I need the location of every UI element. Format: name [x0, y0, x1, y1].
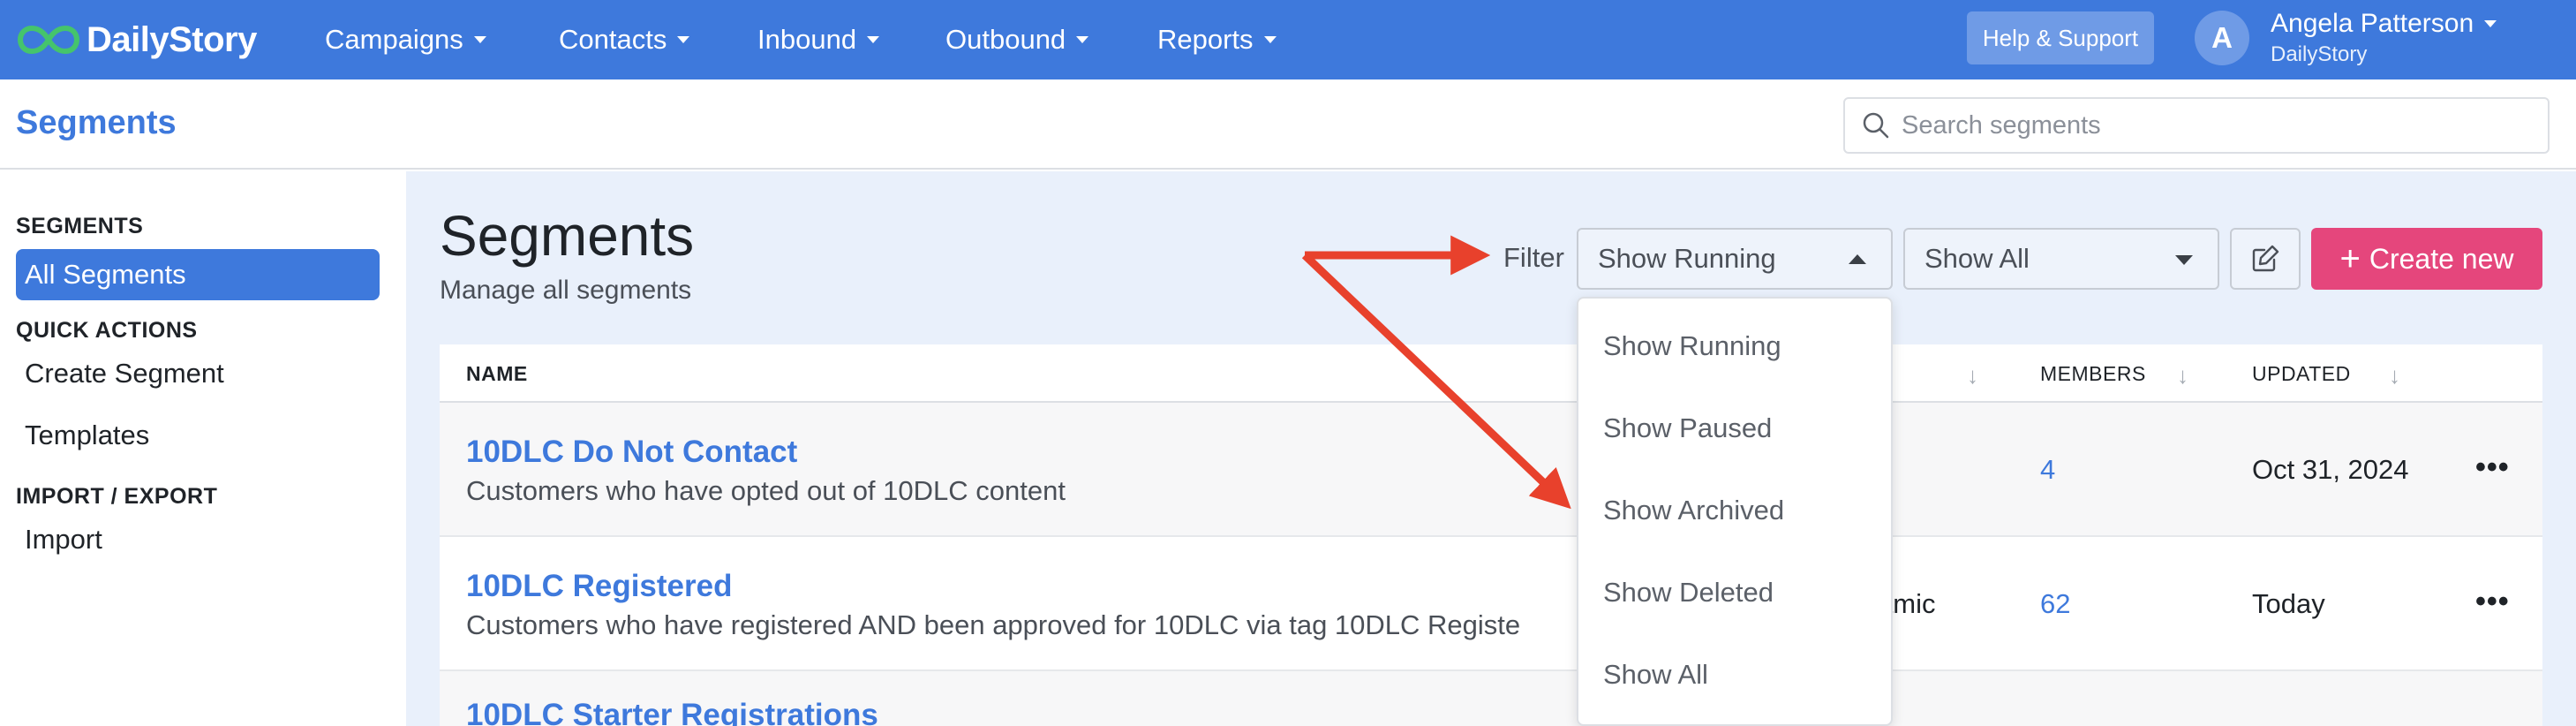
dropdown-option-show-paused[interactable]: Show Paused — [1603, 412, 1772, 444]
create-new-label: Create new — [2369, 242, 2514, 275]
search-icon — [1863, 112, 1889, 139]
segment-updated: Today — [2252, 588, 2325, 619]
caret-down-icon — [677, 36, 690, 43]
caret-down-icon — [2484, 20, 2497, 27]
dropdown-option-show-running[interactable]: Show Running — [1603, 330, 1781, 362]
segments-table: NAME ↓ MEMBERS ↓ UPDATED ↓ 10DLC Do Not … — [440, 344, 2542, 726]
create-new-button[interactable]: + Create new — [2311, 228, 2542, 290]
nav-label: Outbound — [945, 24, 1066, 55]
avatar[interactable]: A — [2195, 11, 2249, 65]
nav-inbound[interactable]: Inbound — [757, 0, 880, 79]
edit-icon — [2252, 245, 2279, 272]
nav-label: Campaigns — [325, 24, 463, 55]
dropdown-option-show-all[interactable]: Show All — [1603, 659, 1708, 691]
sort-arrow-icon[interactable]: ↓ — [1967, 362, 1978, 389]
page-subtitle: Manage all segments — [440, 276, 692, 305]
sidebar-heading-import-export: IMPORT / EXPORT — [16, 484, 218, 509]
user-menu[interactable]: Angela Patterson — [2271, 9, 2497, 39]
table-row[interactable]: 10DLC Do Not Contact Customers who have … — [440, 403, 2542, 537]
sidebar-heading-quick-actions: QUICK ACTIONS — [16, 318, 198, 343]
sort-arrow-icon[interactable]: ↓ — [2177, 362, 2188, 389]
brand-name: DailyStory — [87, 19, 257, 59]
caret-down-icon — [2175, 255, 2193, 265]
search-box[interactable] — [1843, 97, 2550, 154]
segment-name-link[interactable]: 10DLC Do Not Contact — [466, 435, 797, 470]
sidebar-item-import[interactable]: Import — [16, 514, 380, 565]
main-content: Segments Manage all segments Filter Show… — [406, 171, 2576, 726]
edit-button[interactable] — [2230, 228, 2301, 290]
user-name: Angela Patterson — [2271, 9, 2474, 38]
more-options-icon[interactable]: ••• — [2475, 585, 2510, 619]
user-org: DailyStory — [2271, 42, 2368, 66]
filter-label: Filter — [1503, 242, 1564, 273]
segment-members-link[interactable]: 62 — [2040, 588, 2070, 620]
top-navigation-bar: DailyStory Campaigns Contacts Inbound Ou… — [0, 0, 2576, 79]
logo[interactable]: DailyStory — [16, 14, 257, 65]
caret-down-icon — [1076, 36, 1089, 43]
column-header-name[interactable]: NAME — [466, 362, 528, 386]
nav-label: Inbound — [757, 24, 857, 55]
segment-name-link[interactable]: 10DLC Starter Registrations — [466, 698, 878, 726]
caret-down-icon — [1263, 36, 1277, 43]
dropdown-option-show-archived[interactable]: Show Archived — [1603, 495, 1784, 526]
search-input[interactable] — [1902, 110, 2520, 140]
type-filter-select[interactable]: Show All — [1903, 228, 2219, 290]
status-filter-dropdown: Show Running Show Paused Show Archived S… — [1577, 297, 1893, 726]
nav-outbound[interactable]: Outbound — [945, 0, 1089, 79]
section-title: Segments — [16, 104, 177, 141]
segment-description: Customers who have opted out of 10DLC co… — [466, 475, 1066, 506]
sidebar: SEGMENTS All Segments QUICK ACTIONS Crea… — [0, 171, 406, 726]
caret-up-icon — [1849, 254, 1866, 264]
sidebar-item-create-segment[interactable]: Create Segment — [16, 348, 380, 399]
column-header-members[interactable]: MEMBERS — [2040, 362, 2146, 386]
sidebar-heading-segments: SEGMENTS — [16, 214, 144, 238]
table-row[interactable]: 10DLC Starter Registrations — [440, 671, 2542, 726]
plus-icon: + — [2339, 239, 2361, 278]
page-title: Segments — [440, 204, 695, 268]
column-header-updated[interactable]: UPDATED — [2252, 362, 2351, 386]
more-options-icon[interactable]: ••• — [2475, 450, 2510, 485]
sort-arrow-icon[interactable]: ↓ — [2389, 362, 2400, 389]
help-support-button[interactable]: Help & Support — [1967, 11, 2154, 64]
dropdown-option-show-deleted[interactable]: Show Deleted — [1603, 577, 1774, 609]
table-row[interactable]: 10DLC Registered Customers who have regi… — [440, 537, 2542, 671]
sidebar-item-templates[interactable]: Templates — [16, 410, 380, 461]
nav-campaigns[interactable]: Campaigns — [325, 0, 486, 79]
nav-reports[interactable]: Reports — [1157, 0, 1277, 79]
sidebar-item-all-segments[interactable]: All Segments — [16, 249, 380, 300]
nav-label: Reports — [1157, 24, 1254, 55]
segment-updated: Oct 31, 2024 — [2252, 454, 2409, 485]
caret-down-icon — [473, 36, 486, 43]
type-filter-value: Show All — [1924, 243, 2030, 274]
segment-description: Customers who have registered AND been a… — [466, 609, 1521, 640]
caret-down-icon — [867, 36, 880, 43]
sub-header: Segments — [0, 79, 2576, 170]
table-header: NAME ↓ MEMBERS ↓ UPDATED ↓ — [440, 344, 2542, 403]
segment-name-link[interactable]: 10DLC Registered — [466, 569, 732, 604]
nav-contacts[interactable]: Contacts — [559, 0, 690, 79]
status-filter-value: Show Running — [1598, 243, 1776, 274]
nav-label: Contacts — [559, 24, 667, 55]
infinity-logo-icon — [17, 25, 80, 55]
status-filter-select[interactable]: Show Running — [1577, 228, 1893, 290]
segment-members-link[interactable]: 4 — [2040, 454, 2055, 486]
